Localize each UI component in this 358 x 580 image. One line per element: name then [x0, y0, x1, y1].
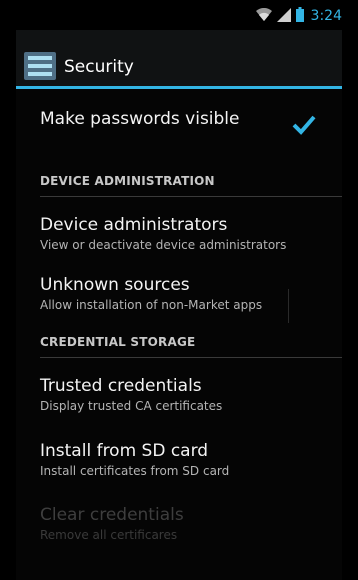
section-header-label: CREDENTIAL STORAGE: [40, 335, 196, 349]
device-administrators-title: Device administrators: [40, 215, 228, 235]
section-header-label: DEVICE ADMINISTRATION: [40, 174, 215, 188]
make-passwords-visible-checkbox[interactable]: [290, 111, 318, 139]
settings-list: Make passwords visible DEVICE ADMINISTRA…: [16, 89, 342, 555]
unknown-sources-title: Unknown sources: [40, 275, 190, 295]
unknown-sources-checkbox[interactable]: [288, 289, 289, 323]
make-passwords-visible-row[interactable]: Make passwords visible: [16, 89, 342, 165]
make-passwords-visible-label: Make passwords visible: [40, 109, 240, 129]
page-title: Security: [64, 57, 134, 77]
unknown-sources-summary: Allow installation of non-Market apps: [40, 298, 263, 312]
device-administrators-summary: View or deactivate device administrators: [40, 238, 287, 252]
action-bar: Security: [16, 30, 342, 89]
section-header-credential-storage: CREDENTIAL STORAGE: [40, 335, 342, 358]
trusted-credentials-summary: Display trusted CA certificates: [40, 399, 223, 413]
trusted-credentials-title: Trusted credentials: [40, 376, 202, 396]
device-administrators-row[interactable]: Device administrators View or deactivate…: [16, 197, 342, 275]
status-bar: 3:24: [16, 0, 342, 30]
install-from-sd-row[interactable]: Install from SD card Install certificate…: [16, 439, 342, 501]
wifi-icon: [255, 7, 272, 26]
clear-credentials-summary: Remove all certificares: [40, 528, 178, 542]
clear-credentials-row: Clear credentials Remove all certificare…: [16, 501, 342, 555]
signal-icon: [276, 7, 291, 26]
install-from-sd-title: Install from SD card: [40, 441, 209, 461]
battery-icon: [295, 6, 304, 26]
unknown-sources-row[interactable]: Unknown sources Allow installation of no…: [16, 275, 342, 341]
status-time: 3:24: [310, 8, 342, 24]
clear-credentials-title: Clear credentials: [40, 505, 184, 525]
section-header-device-administration: DEVICE ADMINISTRATION: [40, 165, 342, 197]
trusted-credentials-row[interactable]: Trusted credentials Display trusted CA c…: [16, 358, 342, 439]
install-from-sd-summary: Install certificates from SD card: [40, 464, 230, 478]
phone-screen: 3:24 Security Make passwords visible DEV…: [16, 0, 342, 580]
settings-app-icon[interactable]: [24, 52, 56, 84]
